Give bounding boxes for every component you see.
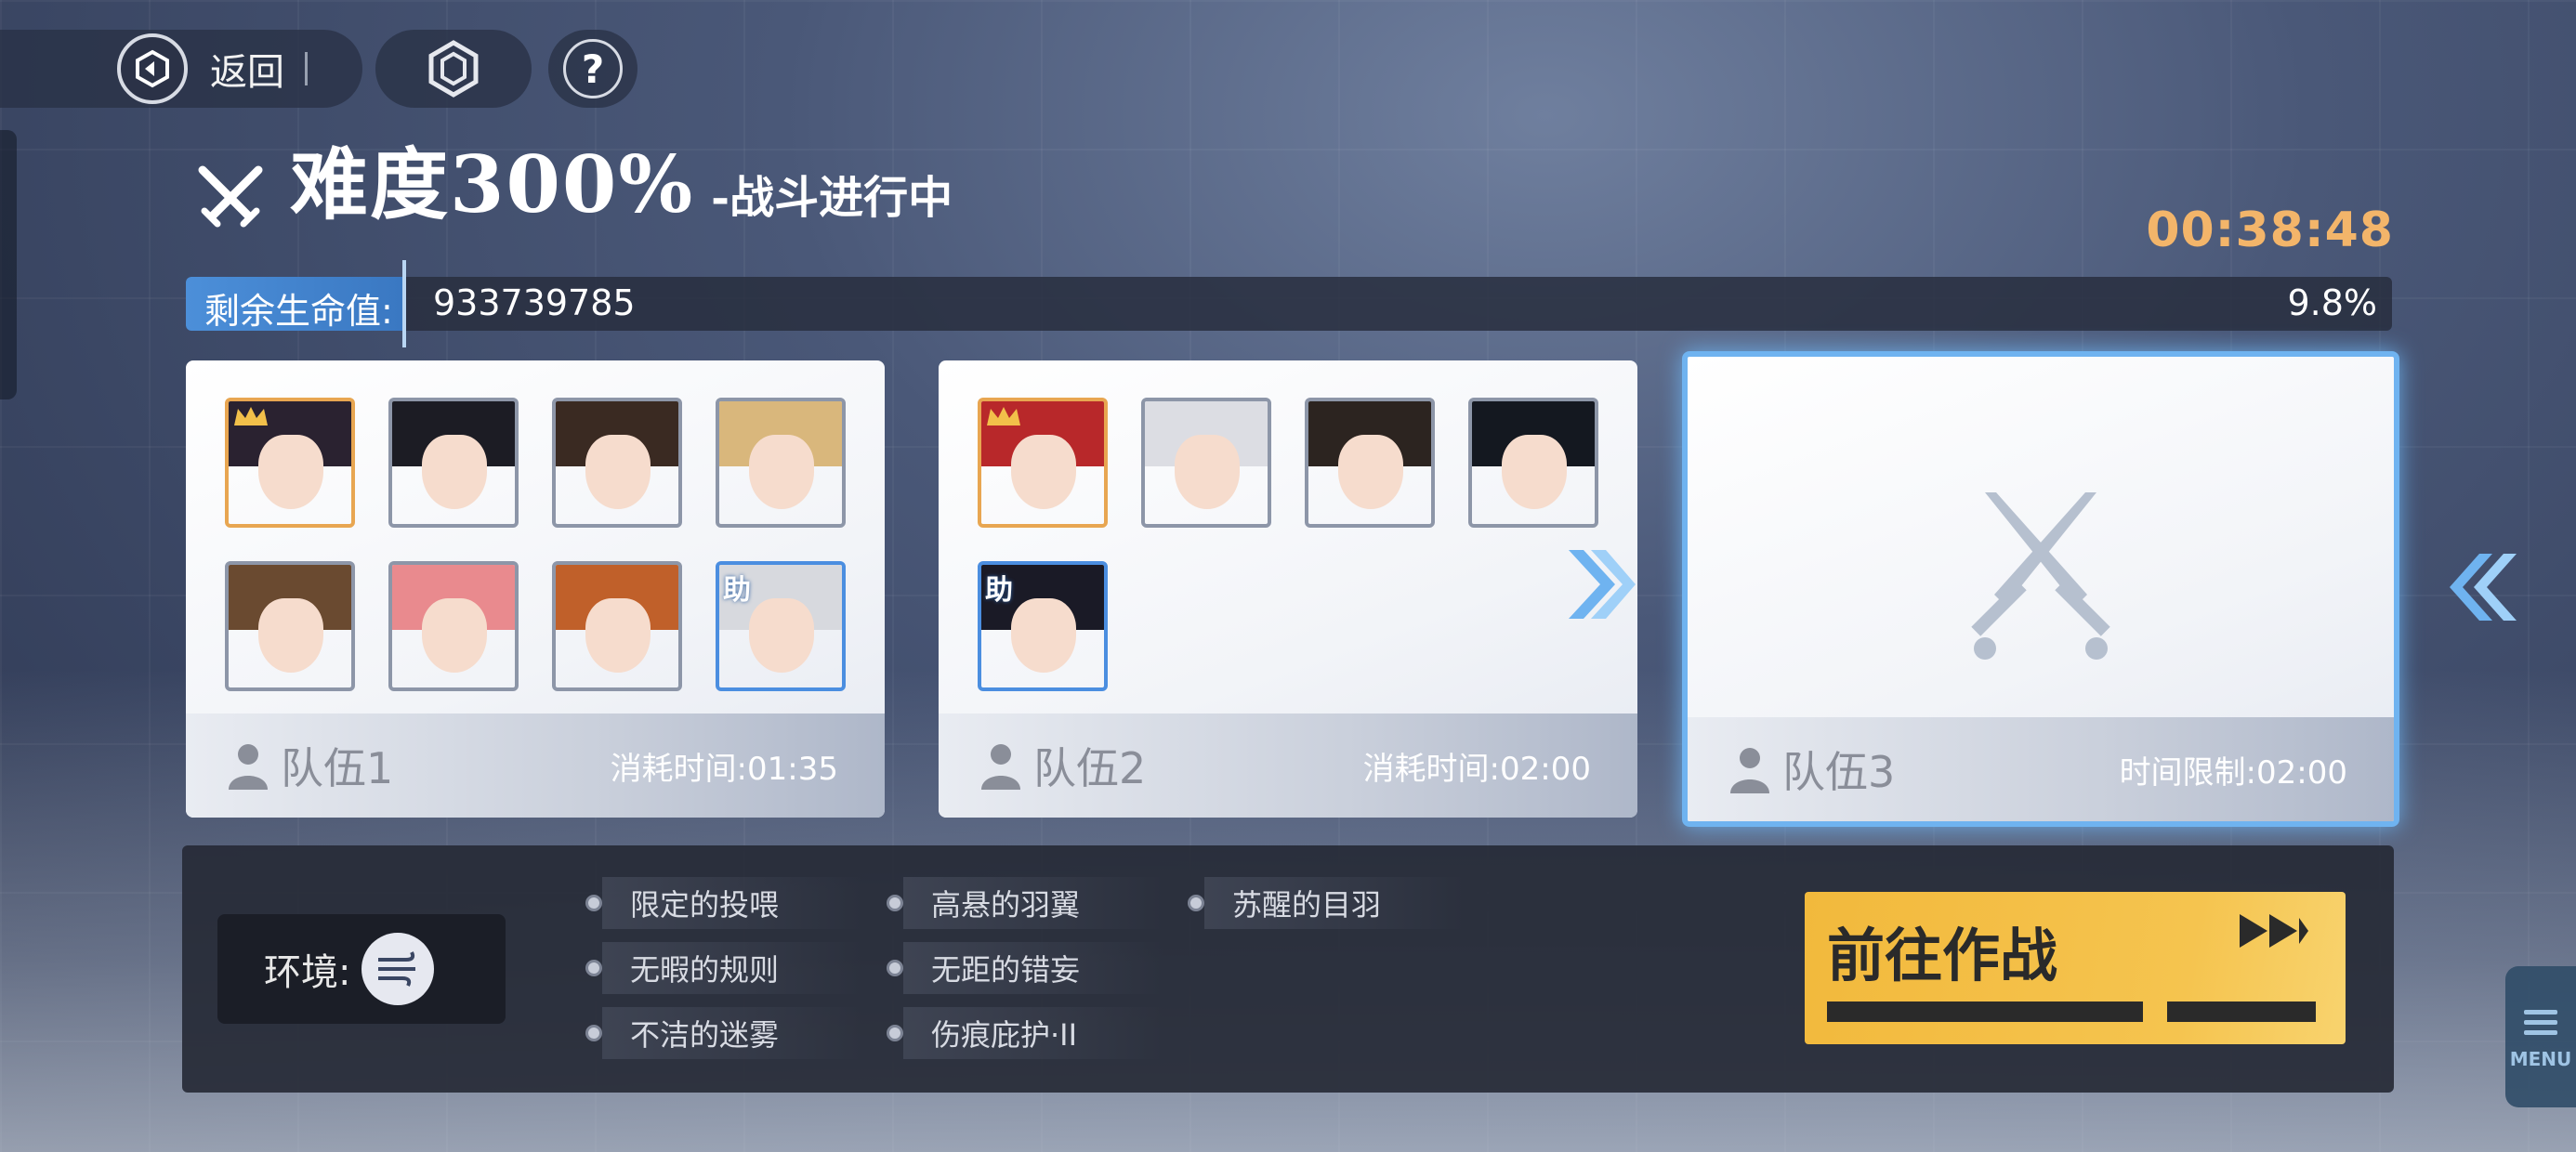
- team2-support-avatar[interactable]: 助: [978, 561, 1108, 691]
- difficulty-title: 难度300%: [290, 138, 695, 230]
- team1-footer: 队伍1 消耗时间:01:35: [186, 713, 885, 818]
- hp-value: 933739785: [433, 282, 636, 323]
- crown-icon: [234, 407, 268, 425]
- buff-label: 限定的投喂: [630, 887, 780, 923]
- buff-label: 苏醒的目羽: [1232, 887, 1382, 923]
- team2-footer: 队伍2 消耗时间:02:00: [939, 713, 1637, 818]
- team1-member-4-avatar[interactable]: [716, 398, 846, 528]
- crown-icon: [987, 407, 1020, 425]
- buff-dot: [585, 960, 602, 976]
- team1-support-avatar[interactable]: 助: [716, 561, 846, 691]
- crossed-swords-icon: [1971, 492, 2110, 660]
- bottom-panel: 环境: 限定的投喂 高悬的羽翼 苏醒的目羽 无暇的规则 无距的错妄 不洁的迷雾 …: [182, 845, 2394, 1093]
- boss-hp-bar: 剩余生命值: 933739785 9.8%: [186, 277, 2392, 331]
- back-button[interactable]: 返回: [0, 30, 362, 108]
- buff-item[interactable]: 限定的投喂: [585, 877, 862, 929]
- back-label: 返回: [210, 51, 284, 94]
- team2-time: 消耗时间:02:00: [1362, 750, 1591, 788]
- buff-dot: [887, 895, 903, 911]
- team2-member-2-avatar[interactable]: [1141, 398, 1271, 528]
- team1-member-3-avatar[interactable]: [552, 398, 682, 528]
- environment-label: 环境:: [264, 951, 351, 994]
- buff-label: 伤痕庇护·II: [931, 1017, 1078, 1053]
- hp-label: 剩余生命值:: [204, 291, 393, 331]
- hp-percent: 9.8%: [2287, 282, 2377, 323]
- buff-dot: [585, 1025, 602, 1041]
- decorative-stripe: [1827, 1001, 2143, 1022]
- team2-member-4-avatar[interactable]: [1468, 398, 1598, 528]
- team2-member-1-avatar[interactable]: [978, 398, 1108, 528]
- wind-icon: [361, 933, 435, 1005]
- buff-label: 无距的错妄: [931, 952, 1081, 988]
- team3-name: 队伍3: [1782, 747, 1896, 797]
- buff-item[interactable]: 伤痕庇护·II: [887, 1007, 1163, 1059]
- nav-separator: [305, 52, 308, 85]
- buff-label: 不洁的迷雾: [630, 1017, 780, 1053]
- team1-member-1-avatar[interactable]: [225, 398, 355, 528]
- team1-name: 队伍1: [281, 743, 394, 793]
- team1-member-6-avatar[interactable]: [388, 561, 519, 691]
- go-to-battle-label: 前往作战: [1827, 922, 2058, 989]
- buff-item[interactable]: 无暇的规则: [585, 942, 862, 994]
- battle-status: -战斗进行中: [711, 172, 953, 224]
- collapse-chevron-icon[interactable]: [2448, 550, 2518, 624]
- decorative-stripe: [2167, 1001, 2316, 1022]
- team2-name: 队伍2: [1033, 743, 1147, 793]
- person-icon: [1730, 748, 1769, 793]
- battle-timer: 00:38:48: [2146, 203, 2394, 258]
- question-icon: ?: [563, 39, 623, 98]
- buff-item[interactable]: 不洁的迷雾: [585, 1007, 862, 1059]
- support-tag: 助: [985, 574, 1013, 607]
- crossed-swords-icon: [198, 165, 263, 228]
- game-logo-icon: [117, 33, 188, 104]
- buff-dot: [1188, 895, 1204, 911]
- menu-label: MENU: [2509, 1047, 2572, 1070]
- support-tag: 助: [723, 574, 751, 607]
- buff-item[interactable]: 苏醒的目羽: [1188, 877, 1465, 929]
- title-row: 难度300% -战斗进行中: [193, 123, 953, 235]
- team-card-3[interactable]: 队伍3 时间限制:02:00: [1682, 351, 2399, 827]
- team1-member-5-avatar[interactable]: [225, 561, 355, 691]
- team-card-1[interactable]: 助 队伍1 消耗时间:01:35: [186, 360, 885, 818]
- menu-icon: [2524, 1004, 2557, 1041]
- buff-item[interactable]: 高悬的羽翼: [887, 877, 1163, 929]
- menu-button[interactable]: MENU: [2505, 966, 2576, 1107]
- buff-label: 无暇的规则: [630, 952, 780, 988]
- buff-label: 高悬的羽翼: [931, 887, 1081, 923]
- help-button[interactable]: ?: [548, 30, 637, 108]
- team1-time: 消耗时间:01:35: [610, 750, 838, 788]
- hp-marker: [402, 260, 406, 347]
- buff-item[interactable]: 无距的错妄: [887, 942, 1163, 994]
- hexagon-icon: [428, 40, 479, 98]
- left-edge-tab[interactable]: [0, 130, 17, 399]
- next-chevron-icon[interactable]: [1563, 544, 1637, 624]
- person-icon: [229, 744, 268, 790]
- buff-dot: [887, 1025, 903, 1041]
- team3-time: 时间限制:02:00: [2119, 753, 2347, 792]
- hex-menu-button[interactable]: [375, 30, 532, 108]
- fast-forward-icon: [2240, 914, 2308, 948]
- team-card-2[interactable]: 助 队伍2 消耗时间:02:00: [939, 360, 1637, 818]
- team1-member-2-avatar[interactable]: [388, 398, 519, 528]
- buff-dot: [887, 960, 903, 976]
- buff-dot: [585, 895, 602, 911]
- team3-footer: 队伍3 时间限制:02:00: [1688, 717, 2394, 821]
- person-icon: [981, 744, 1020, 790]
- environment-button[interactable]: 环境:: [217, 914, 506, 1024]
- go-to-battle-button[interactable]: 前往作战: [1805, 892, 2346, 1044]
- team1-member-7-avatar[interactable]: [552, 561, 682, 691]
- team2-member-3-avatar[interactable]: [1305, 398, 1435, 528]
